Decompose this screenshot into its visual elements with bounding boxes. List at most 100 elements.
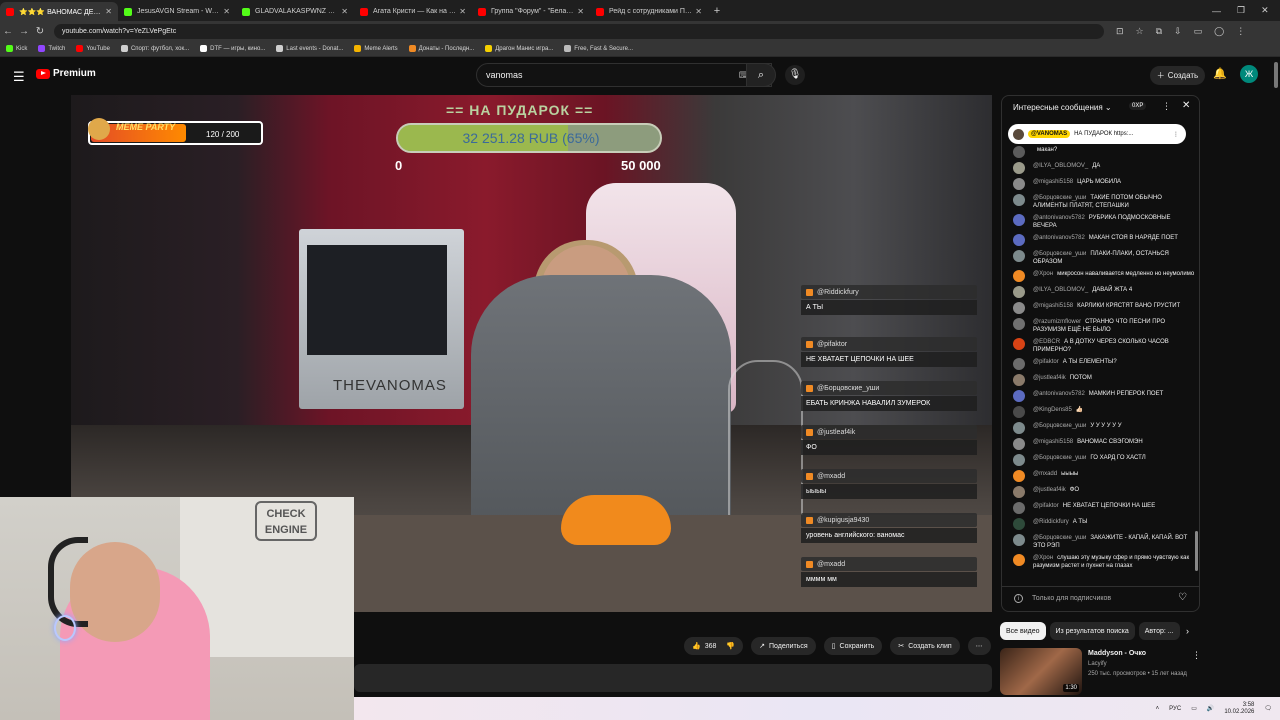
browser-tab[interactable]: Рейд с сотрудниками ППСП...✕ [590,2,708,21]
downloads-icon[interactable]: ⇩ [1174,26,1182,37]
chat-username[interactable]: @antonivanov5782 [1033,215,1085,221]
chat-message[interactable]: @Хрон слушаю эту музыку сфер и прямо чувс… [1013,554,1195,570]
notification-icon[interactable]: 🗨 [1264,705,1272,712]
thumbs-down-icon[interactable]: 👎 [726,642,735,650]
bookmark-item[interactable]: Kick [6,45,27,52]
chat-username[interactable]: @Хрон [1033,555,1053,561]
minimize-icon[interactable]: — [1212,6,1221,16]
recommendation-item[interactable]: 1:30 Maddyson - Очко Lacyify 250 тыс. пр… [1000,648,1201,696]
chat-message[interactable]: @antonivanov5782 МАМКИН РЕПЕРОК ПОЕТ [1013,390,1195,402]
language-indicator[interactable]: РУС [1169,706,1181,712]
filter-chip[interactable]: Автор: ... [1138,622,1180,640]
bookmark-item[interactable]: Спорт: футбол, хок... [120,45,189,52]
filter-chip[interactable]: Все видео [1000,622,1046,640]
chat-message[interactable]: @pifaktor НЕ ХВАТАЕТ ЦЕПОЧКИ НА ШЕЕ [1013,502,1195,514]
sidepanel-icon[interactable]: ▭ [1194,26,1203,37]
chat-username[interactable]: @KingDens85 [1033,407,1072,413]
chat-message[interactable]: @justleaf4ik ПОТОМ [1013,374,1195,386]
chat-username[interactable]: @antonivanov5782 [1033,235,1085,241]
chat-message[interactable]: макан? [1013,146,1195,158]
clock[interactable]: 3:58 10.02.2026 [1224,702,1254,716]
chat-message[interactable]: @Борцовские_уши ТАКИЕ ПОТОМ ОБЫЧНО АЛИМЕН… [1013,194,1195,210]
create-button[interactable]: ＋ Создать [1150,66,1205,85]
chat-username[interactable]: @Riddickfury [1033,519,1069,525]
close-tab-icon[interactable]: ✕ [223,7,230,16]
chat-message[interactable]: @justleaf4ik ФО [1013,486,1195,498]
chat-username[interactable]: @migashi5158 [1033,439,1073,445]
bookmark-item[interactable]: Драгон Манис игра... [485,45,553,52]
bookmark-item[interactable]: Донаты - Последн... [408,45,474,52]
chat-message[interactable]: @Riddickfury А ТЫ [1013,518,1195,530]
video-thumbnail[interactable]: 1:30 [1000,648,1082,695]
install-icon[interactable]: ⊡ [1116,26,1124,37]
chat-username[interactable]: @ILYA_OBLOMOV_ [1033,163,1088,169]
chat-message[interactable]: @razumizmflower СТРАННО ЧТО ПЕСНИ ПРО РАЗ… [1013,318,1195,334]
description-box[interactable] [354,664,992,692]
browser-tab[interactable]: Агата Кристи — Как на войне✕ [354,2,472,21]
share-button[interactable]: ↗ Поделиться [751,637,816,655]
youtube-logo[interactable]: Premium [36,68,96,79]
tray-arrow-icon[interactable]: ˄ [1156,706,1160,712]
save-button[interactable]: ▯ Сохранить [823,637,883,655]
close-tab-icon[interactable]: ✕ [695,7,702,16]
chat-message[interactable]: @migashi5158 КАРЛИКИ КРЯСТЯТ ВАНО ГРУСТИТ [1013,302,1195,314]
heart-icon[interactable]: ♡ [1178,592,1187,603]
close-tab-icon[interactable]: ✕ [341,7,348,16]
browser-tab[interactable]: ⭐⭐⭐ ВАНОМАС ДЕНЬ Р...✕ [0,2,118,21]
rec-menu-icon[interactable]: ⋮ [1192,650,1201,661]
info-icon[interactable]: i [1014,594,1023,603]
browser-tab[interactable]: GLADVALAKASPWNZ Stream -...✕ [236,2,354,21]
chat-message[interactable]: @pifaktor А ТЫ ЕЛЕМЕНТЫ? [1013,358,1195,370]
chat-username[interactable]: @antonivanov5782 [1033,391,1085,397]
bookmark-item[interactable]: DTF — игры, кино... [200,45,265,52]
chat-message[interactable]: @Борцовские_уши ГО ХАРД ГО ХАСТЛ [1013,454,1195,466]
browser-tab[interactable]: JesusAVGN Stream - Watch Li...✕ [118,2,236,21]
bookmark-item[interactable]: YouTube [76,45,110,52]
close-tab-icon[interactable]: ✕ [105,7,112,16]
rec-title[interactable]: Maddyson - Очко [1088,650,1146,657]
maximize-icon[interactable]: ❐ [1237,5,1245,16]
chat-menu-icon[interactable]: ⋮ [1162,101,1171,112]
chat-message[interactable]: @antonivanov5782 РУБРИКА ПОДМОСКОВНЫЕ ВЕЧ… [1013,214,1195,230]
chat-username[interactable]: @pifaktor [1033,503,1059,509]
xp-badge[interactable]: 0XP [1129,102,1147,110]
chat-username[interactable]: @Борцовские_уши [1033,251,1086,257]
volume-icon[interactable]: 🔊 [1207,705,1214,712]
close-chat-icon[interactable]: ✕ [1182,100,1190,111]
chat-username[interactable]: @Хрон [1033,271,1053,277]
rec-channel[interactable]: Lacyify [1088,661,1107,667]
like-button[interactable]: 👍 368 👎 [684,637,744,655]
clip-button[interactable]: ✂ Создать клип [890,637,960,655]
bookmark-item[interactable]: Meme Alerts [354,45,398,52]
chat-username[interactable]: @migashi5158 [1033,179,1073,185]
extensions-icon[interactable]: ⧉ [1156,26,1162,37]
chat-message[interactable]: @Хрон микросон наваливается медленно но н… [1013,270,1195,282]
voice-search-button[interactable]: 🎙 [785,65,805,85]
chat-username[interactable]: @justleaf4ik [1033,487,1066,493]
chat-username[interactable]: @razumizmflower [1033,319,1081,325]
chat-message[interactable]: @EDBCR А В ДОТКУ ЧЕРЕЗ СКОЛЬКО ЧАСОВ ПРИМ… [1013,338,1195,354]
page-scrollbar[interactable] [1274,62,1278,88]
chat-scrollbar[interactable] [1195,531,1198,571]
chat-message[interactable]: @migashi5158 ВАНОМАС СВЭГОМЭН [1013,438,1195,450]
browser-menu-icon[interactable]: ⋮ [1236,26,1245,37]
search-input[interactable]: vanomas ⌨ ✕ [476,63,772,87]
reload-icon[interactable]: ↻ [32,26,48,37]
chat-username[interactable]: @Борцовские_уши [1033,535,1086,541]
pinned-menu-icon[interactable]: ⋮ [1173,131,1179,138]
chat-message[interactable]: @ILYA_OBLOMOV_ ДА [1013,162,1195,174]
browser-tab[interactable]: Группа "Форум" - "Белая ночь"✕ [472,2,590,21]
account-avatar[interactable]: Ж [1240,65,1258,83]
bookmark-star-icon[interactable]: ☆ [1136,26,1144,37]
more-actions-button[interactable]: ⋯ [967,637,991,655]
bookmark-item[interactable]: Free, Fast & Secure... [564,45,633,52]
new-tab-button[interactable]: + [708,2,726,21]
chat-message[interactable]: @Борцовские_уши ПЛАКИ-ПЛАКИ, ОСТАНЬСЯ ОБР… [1013,250,1195,266]
chat-username[interactable]: @mxadd [1033,471,1057,477]
close-tab-icon[interactable]: ✕ [577,7,584,16]
chat-username[interactable]: @ILYA_OBLOMOV_ [1033,287,1088,293]
chat-message[interactable]: @antonivanov5782 МАКАН СТОЯ В НАРЯДЕ ПОЕТ [1013,234,1195,246]
pinned-message[interactable]: @VANOMAS НА ПУДАРОК https:... ⋮ [1008,124,1186,144]
chat-mode-dropdown[interactable]: Интересные сообщения ⌄ [1013,103,1112,112]
bookmark-item[interactable]: Last events - Donat... [276,45,343,52]
